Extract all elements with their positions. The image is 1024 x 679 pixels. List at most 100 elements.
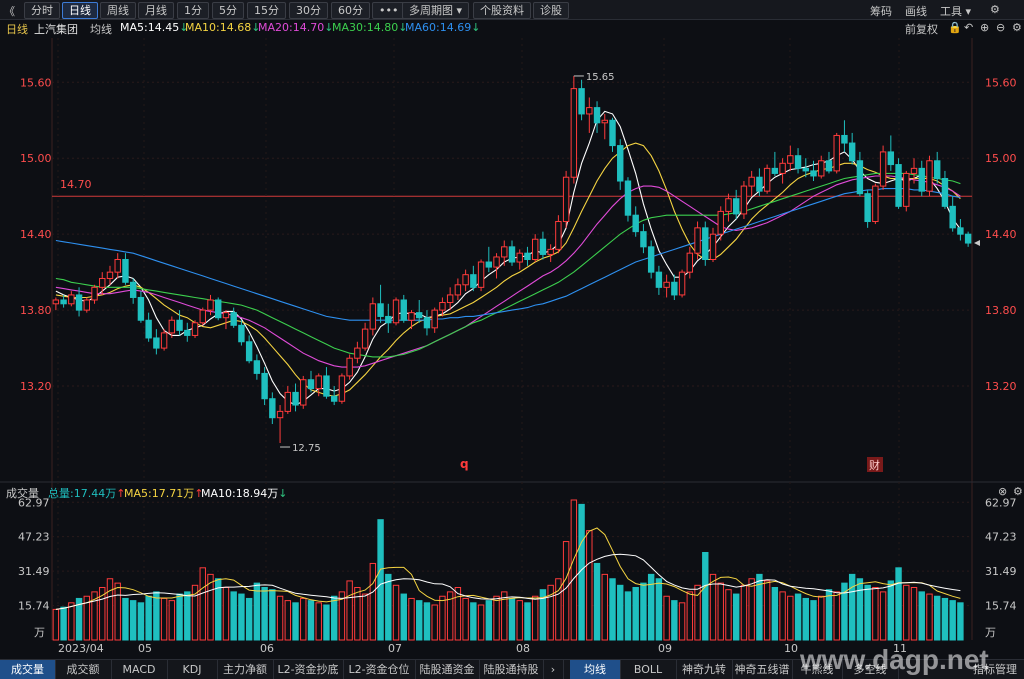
volume-bar [810,600,817,641]
candle-body [655,271,663,288]
candle-body [230,312,237,326]
candle-body [570,88,578,178]
volume-bar [330,595,338,641]
tab-l2-bottom[interactable]: L2-资金抄底 [273,660,344,679]
tab-l2-position[interactable]: L2-资金仓位 [343,660,416,679]
volume-bar [655,578,663,641]
candle-body [377,303,384,317]
price-tick-right: 13.80 [985,304,1017,317]
volume-unit-left: 万 [34,626,45,639]
candle-body [593,107,601,124]
volume-ma-lines [55,527,961,610]
volume-bar [678,602,686,641]
candle-body [91,286,98,301]
candle-body [477,261,485,288]
volume-bar [740,584,748,641]
candle-body [957,227,964,235]
candle-body [191,322,199,336]
tab-hk-fund[interactable]: 陆股通资金 [415,660,480,679]
volume-header: 成交量 总量:17.44万↑ MA5:17.71万↑ MA10:18.94万↓ … [0,484,1024,500]
tab-ma[interactable]: 均线 [570,660,621,679]
volume-bar [825,589,833,641]
volume-bar [222,587,230,641]
candle-body [222,312,230,319]
volume-bar [253,582,261,641]
candle-body [910,167,918,174]
gear-icon[interactable]: ⚙ [1013,485,1023,498]
candle-body [578,88,585,115]
x-tick-label: 10 [784,642,798,655]
candle-body [330,395,338,402]
tab-magic-nine[interactable]: 神奇九转 [676,660,733,679]
price-tick-right: 14.40 [985,228,1017,241]
volume-total-label: 总量:17.44万 [48,487,117,500]
candle-body [872,185,879,223]
price-tick-left: 13.20 [20,380,52,393]
volume-ma10-label: MA10:18.94万 [201,487,279,500]
price-tick-left: 15.60 [20,76,52,89]
tab-kdj[interactable]: KDJ [167,660,218,679]
volume-bar [671,600,678,641]
candle-body [315,375,322,390]
tab-hk-holding[interactable]: 陆股通持股 [479,660,544,679]
volume-bar [586,530,593,641]
volume-bar [238,593,245,641]
candle-body [385,315,392,324]
candle-body [524,252,531,260]
volume-tick-left: 15.74 [18,600,50,613]
volume-bar [137,602,145,641]
candle-body [470,274,477,288]
candle-body [261,372,268,400]
volume-bar [276,595,284,641]
price-tick-left: 13.80 [20,304,52,317]
candle-body [640,231,647,248]
candle-body [864,193,871,223]
candle-body [879,151,887,187]
volume-bar [601,573,608,641]
volume-bar [516,600,523,641]
volume-total: 总量:17.44万↑ [48,485,125,501]
volume-bar [269,589,276,641]
tab-volume[interactable]: 成交量 [0,660,56,679]
tab-magic-five[interactable]: 神奇五线谱 [732,660,793,679]
kline-chart[interactable]: 15.60 15.60 15.00 15.00 14.40 14.40 13.80 13.80… [0,0,1024,678]
tab-macd[interactable]: MACD [111,660,168,679]
tab-boll[interactable]: BOLL [620,660,677,679]
volume-bar [524,602,531,641]
candle-body [307,379,315,390]
volume-bar [903,584,910,641]
ma-line-ma20 [55,175,961,368]
volume-bar [462,597,469,641]
candle-body [694,227,701,254]
candle-body [725,198,732,212]
tab-turnover[interactable]: 成交额 [55,660,112,679]
volume-bar [284,600,292,641]
volume-bar [52,608,60,641]
volume-bar [361,593,369,641]
x-tick-label: 06 [260,642,274,655]
candle-body [269,398,276,419]
volume-bar [153,591,160,641]
volume-ma10-line [55,553,961,610]
x-tick-label: 08 [516,642,530,655]
candle-body [292,391,299,406]
tab-main-net[interactable]: 主力净额 [217,660,274,679]
candle-body [501,246,508,258]
candle-body [176,319,183,331]
candle-body [207,299,214,311]
close-icon[interactable]: ⊗ [998,485,1007,498]
volume-bar [400,593,407,641]
volume-bar [562,541,570,641]
candle-body [818,160,825,177]
candle-body [168,319,176,334]
candle-body [895,164,902,207]
candle-body [354,347,361,359]
chevron-right-icon[interactable]: › [543,660,564,679]
candle-body [83,299,90,311]
candles [52,75,972,444]
candle-body [748,176,755,187]
volume-bar [725,589,732,641]
candle-body [810,170,817,177]
candle-body [555,221,562,250]
ma-line-ma5 [55,110,961,406]
